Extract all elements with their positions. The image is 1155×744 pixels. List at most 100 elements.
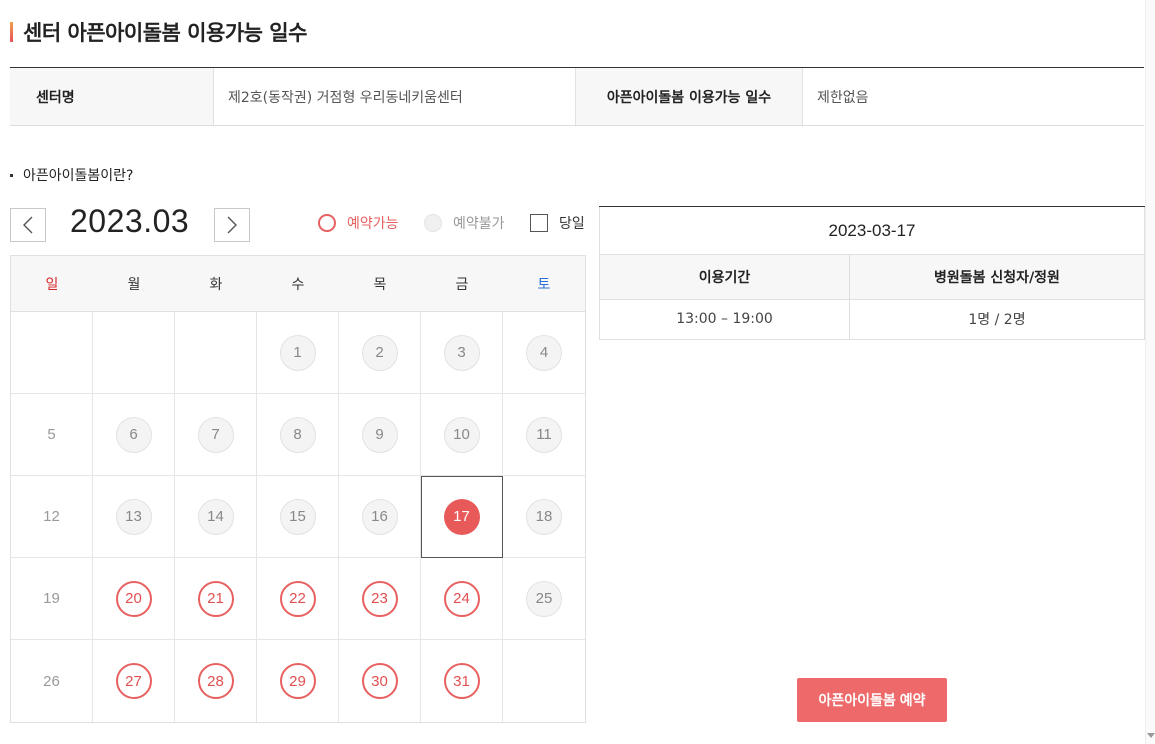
calendar-day-cell: 3 [421,312,503,394]
calendar-day-cell[interactable]: 28 [175,640,257,722]
calendar-day-18: 18 [526,498,562,535]
calendar-day-10: 10 [443,416,480,453]
chevron-right-icon [227,216,237,234]
weekday-sun: 일 [45,276,59,293]
calendar-day-23[interactable]: 23 [361,580,398,617]
page-title: 센터 아픈아이돌봄 이용가능 일수 [10,18,307,46]
calendar-day-cell: 18 [503,476,585,558]
weekday-thu: 목 [373,276,387,293]
available-days-label: 아픈아이돌봄 이용가능 일수 [576,68,803,125]
calendar-day-1: 1 [279,334,316,371]
calendar-day-cell: 13 [93,476,175,558]
weekday-tue: 화 [209,276,223,293]
calendar-day-cell: 14 [175,476,257,558]
center-name-label: 센터명 [10,68,214,125]
calendar-day-cell [11,312,93,394]
legend-unavailable: 예약불가 [424,213,505,233]
calendar-day-16: 16 [361,498,398,535]
calendar-day-17[interactable]: 17 [443,498,480,535]
calendar-day-cell[interactable]: 24 [421,558,503,640]
calendar-day-11: 11 [526,416,562,453]
calendar-day-cell: 26 [11,640,93,722]
calendar-day-cell [93,312,175,394]
period-value: 13:00 – 19:00 [599,298,850,340]
prev-month-button[interactable] [10,208,46,242]
calendar-day-cell: 7 [175,394,257,476]
calendar-day-30[interactable]: 30 [361,663,398,699]
calendar-day-cell[interactable]: 31 [421,640,503,722]
applicants-header: 병원돌봄 신청자/정원 [849,255,1145,300]
calendar-day-cell: 1 [257,312,339,394]
detail-table: 이용기간 병원돌봄 신청자/정원 13:00 – 19:00 1명 / 2명 [599,255,1145,340]
bullet-icon [10,173,13,177]
calendar-day-12: 12 [43,508,60,525]
what-link-text: 아픈아이돌봄이란? [23,168,134,184]
weekday-wed: 수 [291,276,305,293]
available-days-value: 제한없음 [817,89,869,106]
center-info-table: 센터명 제2호(동작권) 거점형 우리동네키움센터 아픈아이돌봄 이용가능 일수… [10,67,1144,126]
unavailable-circle-icon [424,214,442,232]
calendar-day-cell: 8 [257,394,339,476]
weekday-fri: 금 [455,276,469,293]
calendar-day-cell[interactable]: 22 [257,558,339,640]
calendar-day-14: 14 [197,498,234,535]
selected-day-detail: 2023-03-17 이용기간 병원돌봄 신청자/정원 13:00 – 19:0… [599,206,1145,340]
calendar-month-label: 2023.03 [70,203,190,239]
calendar-day-cell: 2 [339,312,421,394]
calendar-days-grid: 1 2 3 4 5 6 7 8 9 10 11 12 13 14 15 16 17 18 19 20 21 22 23 24 2… [11,312,585,722]
calendar-day-25: 25 [526,580,562,617]
calendar-day-21[interactable]: 21 [197,580,234,617]
calendar-day-cell: 6 [93,394,175,476]
calendar-day-19: 19 [43,590,60,607]
calendar-day-cell[interactable]: 21 [175,558,257,640]
weekday-mon: 월 [127,276,141,293]
calendar-day-26: 26 [43,672,60,690]
calendar-day-cell: 5 [11,394,93,476]
calendar-day-cell: 11 [503,394,585,476]
calendar-day-4: 4 [526,334,562,371]
calendar-day-5: 5 [47,426,56,443]
calendar-day-cell: 12 [11,476,93,558]
reserve-button[interactable]: 아픈아이돌봄 예약 [797,678,947,722]
calendar-day-cell: 9 [339,394,421,476]
period-header: 이용기간 [599,255,850,300]
what-is-sick-child-care-link[interactable]: 아픈아이돌봄이란? [10,165,133,185]
calendar-day-cell: 4 [503,312,585,394]
weekday-sat: 토 [537,276,551,293]
calendar-day-cell [503,640,585,722]
legend-today: 당일 [530,213,585,233]
applicants-value: 1명 / 2명 [849,298,1145,340]
calendar-day-22[interactable]: 22 [279,580,316,617]
page-scrollbar[interactable] [1145,0,1155,744]
calendar-day-2: 2 [361,334,398,371]
legend-available-text: 예약가능 [347,216,399,232]
today-square-icon [530,214,548,232]
calendar-day-8: 8 [279,416,316,453]
calendar-day-15: 15 [279,498,316,535]
calendar-day-cell[interactable]: 20 [93,558,175,640]
calendar-day-29[interactable]: 29 [279,663,316,699]
calendar-day-cell[interactable]: 30 [339,640,421,722]
calendar-day-cell[interactable]: 29 [257,640,339,722]
legend-unavailable-text: 예약불가 [453,216,505,232]
page-title-text: 센터 아픈아이돌봄 이용가능 일수 [23,21,307,45]
calendar-day-cell[interactable]: 17 [421,476,503,558]
calendar-day-cell: 15 [257,476,339,558]
next-month-button[interactable] [214,208,250,242]
available-circle-icon [318,214,336,232]
calendar-day-cell: 10 [421,394,503,476]
calendar-day-7: 7 [197,416,234,453]
calendar-day-cell[interactable]: 23 [339,558,421,640]
chevron-left-icon [23,216,33,234]
calendar-day-cell[interactable]: 27 [93,640,175,722]
calendar-day-28[interactable]: 28 [197,663,234,699]
calendar-day-3: 3 [443,334,480,371]
calendar-day-cell [175,312,257,394]
calendar-day-27[interactable]: 27 [115,663,152,699]
calendar-day-20[interactable]: 20 [115,580,152,617]
calendar-day-6: 6 [115,416,152,453]
calendar-day-31[interactable]: 31 [443,663,480,699]
calendar-day-cell: 16 [339,476,421,558]
calendar-day-24[interactable]: 24 [443,580,480,617]
scroll-down-arrow-icon[interactable] [1147,733,1155,738]
